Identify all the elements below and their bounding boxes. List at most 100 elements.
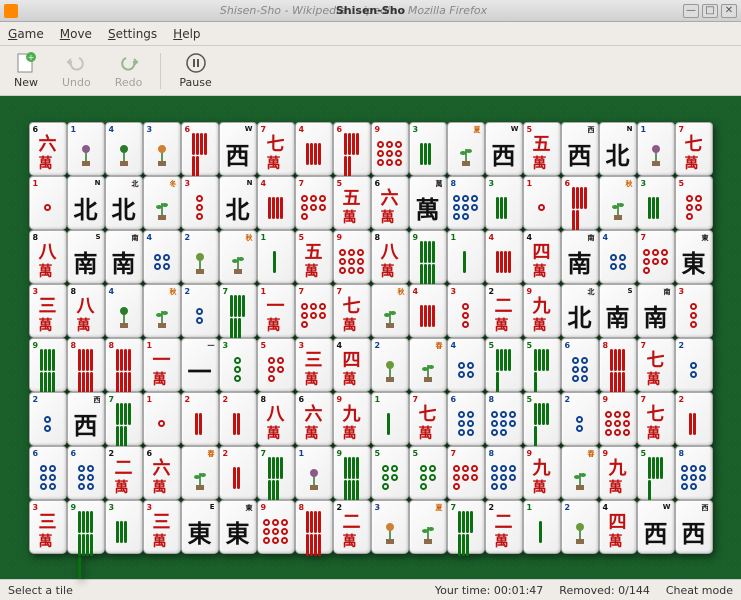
tile[interactable]: 秋: [143, 284, 181, 338]
tile[interactable]: 3: [105, 500, 143, 554]
tile[interactable]: 1: [523, 176, 561, 230]
tile[interactable]: 6六萬: [295, 392, 333, 446]
tile[interactable]: 4: [409, 284, 447, 338]
tile[interactable]: 南南: [561, 230, 599, 284]
tile[interactable]: 2二萬: [105, 446, 143, 500]
tile[interactable]: E東: [181, 500, 219, 554]
tile[interactable]: 4四萬: [523, 230, 561, 284]
tile[interactable]: 8八萬: [67, 284, 105, 338]
tile[interactable]: 2: [219, 392, 257, 446]
tile[interactable]: 6: [447, 392, 485, 446]
menu-move[interactable]: Move: [60, 27, 92, 41]
tile[interactable]: 夏: [447, 122, 485, 176]
tile[interactable]: 8: [485, 446, 523, 500]
tile[interactable]: 4四萬: [599, 500, 637, 554]
tile[interactable]: 2: [219, 446, 257, 500]
tile[interactable]: 3三萬: [29, 284, 67, 338]
tile[interactable]: 1: [371, 392, 409, 446]
tile[interactable]: 2二萬: [485, 284, 523, 338]
tile[interactable]: 9: [67, 500, 105, 554]
tile[interactable]: 4: [447, 338, 485, 392]
tile[interactable]: 2: [561, 392, 599, 446]
tile[interactable]: 7七萬: [333, 284, 371, 338]
tile[interactable]: 8: [485, 392, 523, 446]
tile[interactable]: 5五萬: [295, 230, 333, 284]
tile[interactable]: N北: [599, 122, 637, 176]
tile[interactable]: 4: [599, 230, 637, 284]
tile[interactable]: 2二萬: [333, 500, 371, 554]
tile[interactable]: N北: [219, 176, 257, 230]
tile[interactable]: 9: [333, 230, 371, 284]
tile[interactable]: 4: [143, 230, 181, 284]
tile[interactable]: 南南: [105, 230, 143, 284]
tile[interactable]: 8: [105, 338, 143, 392]
tile[interactable]: 夏: [409, 500, 447, 554]
tile[interactable]: 東東: [219, 500, 257, 554]
tile[interactable]: 西西: [561, 122, 599, 176]
tile[interactable]: 3: [409, 122, 447, 176]
menu-settings[interactable]: Settings: [108, 27, 157, 41]
tile[interactable]: W西: [637, 500, 675, 554]
tile[interactable]: 北北: [561, 284, 599, 338]
tile[interactable]: 3: [447, 284, 485, 338]
tile[interactable]: 8: [675, 446, 713, 500]
tile[interactable]: 3三萬: [295, 338, 333, 392]
tile[interactable]: 6六萬: [371, 176, 409, 230]
tile[interactable]: 9: [29, 338, 67, 392]
tile[interactable]: 6: [67, 446, 105, 500]
tile[interactable]: 7: [257, 446, 295, 500]
tile[interactable]: 8: [295, 500, 333, 554]
tile[interactable]: 2: [181, 230, 219, 284]
tile[interactable]: 3: [371, 500, 409, 554]
tile[interactable]: 3: [219, 338, 257, 392]
tile[interactable]: 西西: [675, 500, 713, 554]
tile[interactable]: 2: [675, 392, 713, 446]
tile[interactable]: 9九萬: [599, 446, 637, 500]
tile[interactable]: 9: [599, 392, 637, 446]
tile[interactable]: N北: [67, 176, 105, 230]
tile[interactable]: 5: [523, 392, 561, 446]
tile[interactable]: 4四萬: [333, 338, 371, 392]
tile[interactable]: 3三萬: [143, 500, 181, 554]
tile[interactable]: S南: [67, 230, 105, 284]
tile[interactable]: 7: [295, 176, 333, 230]
tile[interactable]: 5: [675, 176, 713, 230]
tile[interactable]: 東東: [675, 230, 713, 284]
tile[interactable]: 5: [485, 338, 523, 392]
tile[interactable]: 2: [181, 392, 219, 446]
tile[interactable]: 3三萬: [29, 500, 67, 554]
tile[interactable]: 春: [561, 446, 599, 500]
tile[interactable]: 7七萬: [257, 122, 295, 176]
tile[interactable]: 7七萬: [675, 122, 713, 176]
minimize-button[interactable]: —: [683, 4, 699, 18]
tile[interactable]: 2: [181, 284, 219, 338]
tile[interactable]: 9: [257, 500, 295, 554]
tile[interactable]: 1: [67, 122, 105, 176]
menu-game[interactable]: Game: [8, 27, 44, 41]
menu-help[interactable]: Help: [173, 27, 200, 41]
tile[interactable]: 1一萬: [143, 338, 181, 392]
tile[interactable]: 2二萬: [485, 500, 523, 554]
tile[interactable]: 1: [143, 392, 181, 446]
tile[interactable]: 4: [257, 176, 295, 230]
tile[interactable]: 9: [333, 446, 371, 500]
tile[interactable]: 8: [447, 176, 485, 230]
tile[interactable]: 7七萬: [409, 392, 447, 446]
tile[interactable]: 1: [29, 176, 67, 230]
tile[interactable]: 2: [29, 392, 67, 446]
tile[interactable]: 1: [257, 230, 295, 284]
tile[interactable]: 1: [447, 230, 485, 284]
tile[interactable]: 9九萬: [333, 392, 371, 446]
tile[interactable]: 3: [637, 176, 675, 230]
tile[interactable]: W西: [485, 122, 523, 176]
tile[interactable]: 7: [447, 500, 485, 554]
tile[interactable]: 6: [181, 122, 219, 176]
tile[interactable]: 4: [105, 122, 143, 176]
tile[interactable]: 7: [447, 446, 485, 500]
tile[interactable]: 2: [675, 338, 713, 392]
tile[interactable]: 秋: [599, 176, 637, 230]
tile[interactable]: 冬: [143, 176, 181, 230]
tile[interactable]: 1: [295, 446, 333, 500]
maximize-button[interactable]: □: [702, 4, 718, 18]
tile[interactable]: W西: [219, 122, 257, 176]
